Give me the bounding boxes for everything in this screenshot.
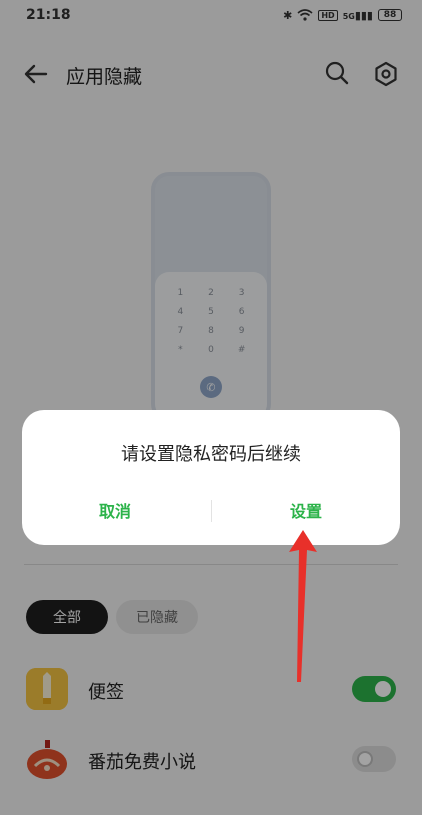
password-prompt-dialog: 请设置隐私密码后继续 取消 设置 — [22, 410, 400, 545]
annotation-arrow-icon — [289, 530, 317, 682]
button-divider — [211, 500, 212, 522]
dialog-message: 请设置隐私密码后继续 — [121, 444, 301, 465]
cancel-button[interactable]: 取消 — [40, 498, 190, 524]
modal-overlay[interactable] — [0, 0, 422, 815]
set-password-button[interactable]: 设置 — [231, 498, 381, 524]
